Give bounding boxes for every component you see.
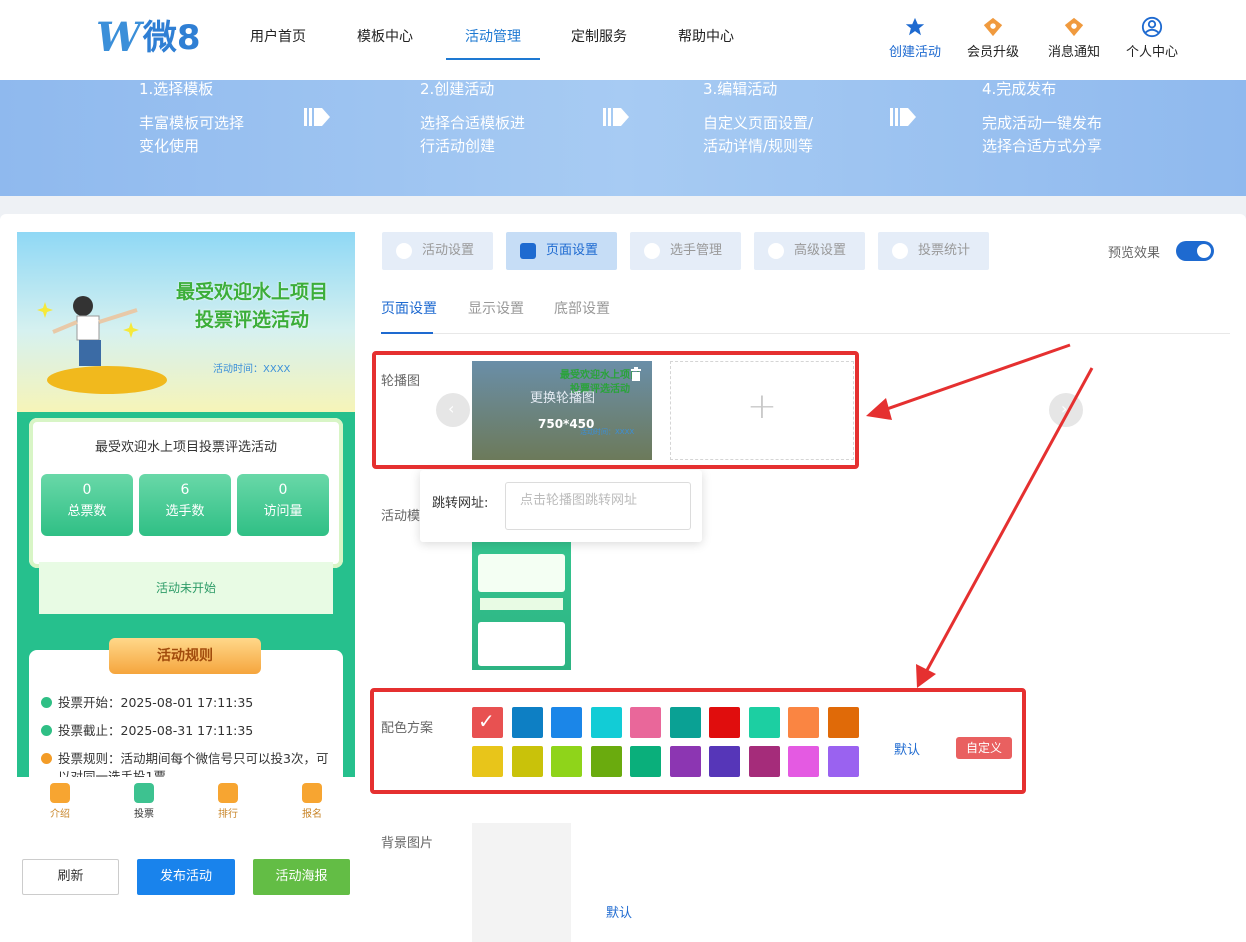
star-icon xyxy=(905,17,925,36)
arrow-right-icon xyxy=(304,108,330,126)
step-title: 3.编辑活动 xyxy=(703,80,778,98)
tab-vote-stats[interactable]: 投票统计 xyxy=(878,232,989,270)
jump-url-input[interactable]: 点击轮播图跳转网址 xyxy=(505,482,691,530)
subtab-footer-settings[interactable]: 底部设置 xyxy=(554,298,610,318)
edit-icon xyxy=(302,783,322,803)
rule-desc-cont: 以对同一选手投1票 xyxy=(58,769,166,777)
phone-title: 最受欢迎水上项目 投票评选活动 xyxy=(175,281,328,331)
tab-intro[interactable]: 介绍 xyxy=(35,783,85,820)
bg-default-link[interactable]: 默认 xyxy=(606,902,632,921)
arrow-right-icon xyxy=(890,108,916,126)
template-thumb-card xyxy=(478,554,565,592)
nav-help[interactable]: 帮助中心 xyxy=(678,26,734,46)
chevron-right-icon: › xyxy=(1061,399,1068,418)
subtab-divider xyxy=(381,333,1230,334)
stat-contestants: 6 选手数 xyxy=(139,474,231,536)
jump-url-label: 跳转网址: xyxy=(432,496,489,511)
template-thumbnail[interactable] xyxy=(472,540,571,670)
publish-button[interactable]: 发布活动 xyxy=(137,859,235,895)
poster-button[interactable]: 活动海报 xyxy=(253,859,350,895)
tab-signup[interactable]: 报名 xyxy=(287,783,337,820)
nav-templates[interactable]: 模板中心 xyxy=(357,26,413,46)
subtab-active-underline xyxy=(381,332,433,334)
tab-advanced-settings[interactable]: 高级设置 xyxy=(754,232,865,270)
user-center-label: 个人中心 xyxy=(1125,45,1178,60)
phone-stats-card: 最受欢迎水上项目投票评选活动 0 总票数 6 选手数 0 访问量 xyxy=(29,418,343,568)
info-icon xyxy=(41,753,52,764)
tab-vote[interactable]: 投票 xyxy=(119,783,169,820)
nav-active-underline xyxy=(446,58,540,60)
user-icon xyxy=(1141,16,1163,38)
step-desc: 丰富模板可选择 变化使用 xyxy=(139,114,245,155)
top-navbar: W 微8 用户首页 模板中心 活动管理 定制服务 帮助中心 创建活动 会员升级 … xyxy=(0,0,1246,80)
stat-visits: 0 访问量 xyxy=(237,474,329,536)
vote-icon xyxy=(134,783,154,803)
crown-icon xyxy=(983,17,1003,37)
tab-contestant-manage[interactable]: 选手管理 xyxy=(630,232,741,270)
bg-image-label: 背景图片 xyxy=(381,836,434,851)
bg-image-slot[interactable] xyxy=(472,823,571,942)
highlight-box-carousel xyxy=(372,351,859,469)
logo[interactable]: W 微8 xyxy=(96,14,201,61)
rule-end: 投票截止：2025-08-31 17:11:35 xyxy=(41,720,253,739)
step-title: 1.选择模板 xyxy=(139,80,214,98)
step-desc: 选择合适模板进 行活动创建 xyxy=(420,114,526,155)
phone-tabbar: 介绍 投票 排行 报名 xyxy=(17,777,355,829)
messages-label: 消息通知 xyxy=(1047,45,1100,60)
subtab-page-settings[interactable]: 页面设置 xyxy=(381,298,437,318)
rule-desc: 投票规则：活动期间每个微信号只可以投3次，可 xyxy=(41,748,328,767)
steps-banner: 1.选择模板 丰富模板可选择 变化使用 2.创建活动 选择合适模板进 行活动创建 3… xyxy=(0,80,1246,196)
nav-custom-service[interactable]: 定制服务 xyxy=(571,26,627,46)
user-center-button[interactable]: 个人中心 xyxy=(1122,16,1182,60)
create-activity-label: 创建活动 xyxy=(888,45,941,60)
highlight-box-colors xyxy=(370,688,1026,794)
phone-header-image: 最受欢迎水上项目 投票评选活动 活动时间：XXXX xyxy=(17,232,355,412)
phone-activity-status: 活动未开始 xyxy=(39,562,333,614)
carousel-next-button[interactable]: › xyxy=(1049,393,1083,427)
subtab-display-settings[interactable]: 显示设置 xyxy=(468,298,524,318)
heart-icon xyxy=(396,243,412,259)
trophy-icon xyxy=(218,783,238,803)
phone-preview: 最受欢迎水上项目 投票评选活动 活动时间：XXXX 最受欢迎水上项目投票评选活动… xyxy=(17,232,355,777)
rules-badge: 活动规则 xyxy=(109,638,261,674)
preview-label: 预览效果 xyxy=(1108,246,1161,261)
step-desc: 完成活动一键发布 选择合适方式分享 xyxy=(982,114,1103,155)
phone-activity-time: 活动时间：XXXX xyxy=(213,364,291,375)
step-title: 2.创建活动 xyxy=(420,80,495,98)
tab-activity-settings[interactable]: 活动设置 xyxy=(382,232,493,270)
layout-icon xyxy=(520,243,536,259)
member-upgrade-label: 会员升级 xyxy=(966,45,1019,60)
member-upgrade-button[interactable]: 会员升级 xyxy=(963,16,1023,60)
clock-icon xyxy=(41,725,52,736)
template-label: 活动模 xyxy=(381,509,421,524)
preview-toggle[interactable] xyxy=(1176,241,1214,261)
jump-url-popover: 跳转网址: 点击轮播图跳转网址 xyxy=(420,470,702,542)
tab-page-settings[interactable]: 页面设置 xyxy=(506,232,617,270)
clock-icon xyxy=(41,697,52,708)
bell-icon xyxy=(1064,17,1084,37)
messages-button[interactable]: 消息通知 xyxy=(1044,16,1104,60)
logo-text: 微8 xyxy=(142,18,201,58)
template-thumb-rules xyxy=(478,622,565,666)
nav-activity-manage[interactable]: 活动管理 xyxy=(465,26,521,46)
person-icon xyxy=(644,243,660,259)
step-desc: 自定义页面设置/活动详情/规则等 xyxy=(703,114,814,155)
create-activity-button[interactable]: 创建活动 xyxy=(885,16,945,60)
toggle-knob xyxy=(1197,244,1211,258)
stat-total-votes: 0 总票数 xyxy=(41,474,133,536)
template-thumb-status xyxy=(480,598,563,610)
intro-icon xyxy=(50,783,70,803)
rule-start: 投票开始：2025-08-01 17:11:35 xyxy=(41,692,253,711)
phone-card-title: 最受欢迎水上项目投票评选活动 xyxy=(94,440,277,455)
logo-w: W xyxy=(96,14,141,61)
tab-ranking[interactable]: 排行 xyxy=(203,783,253,820)
nav-home[interactable]: 用户首页 xyxy=(250,26,306,46)
step-title: 4.完成发布 xyxy=(982,80,1057,98)
percent-icon xyxy=(768,243,784,259)
calendar-icon xyxy=(892,243,908,259)
refresh-button[interactable]: 刷新 xyxy=(22,859,119,895)
surfer-illustration xyxy=(37,296,167,394)
arrow-right-icon xyxy=(603,108,629,126)
